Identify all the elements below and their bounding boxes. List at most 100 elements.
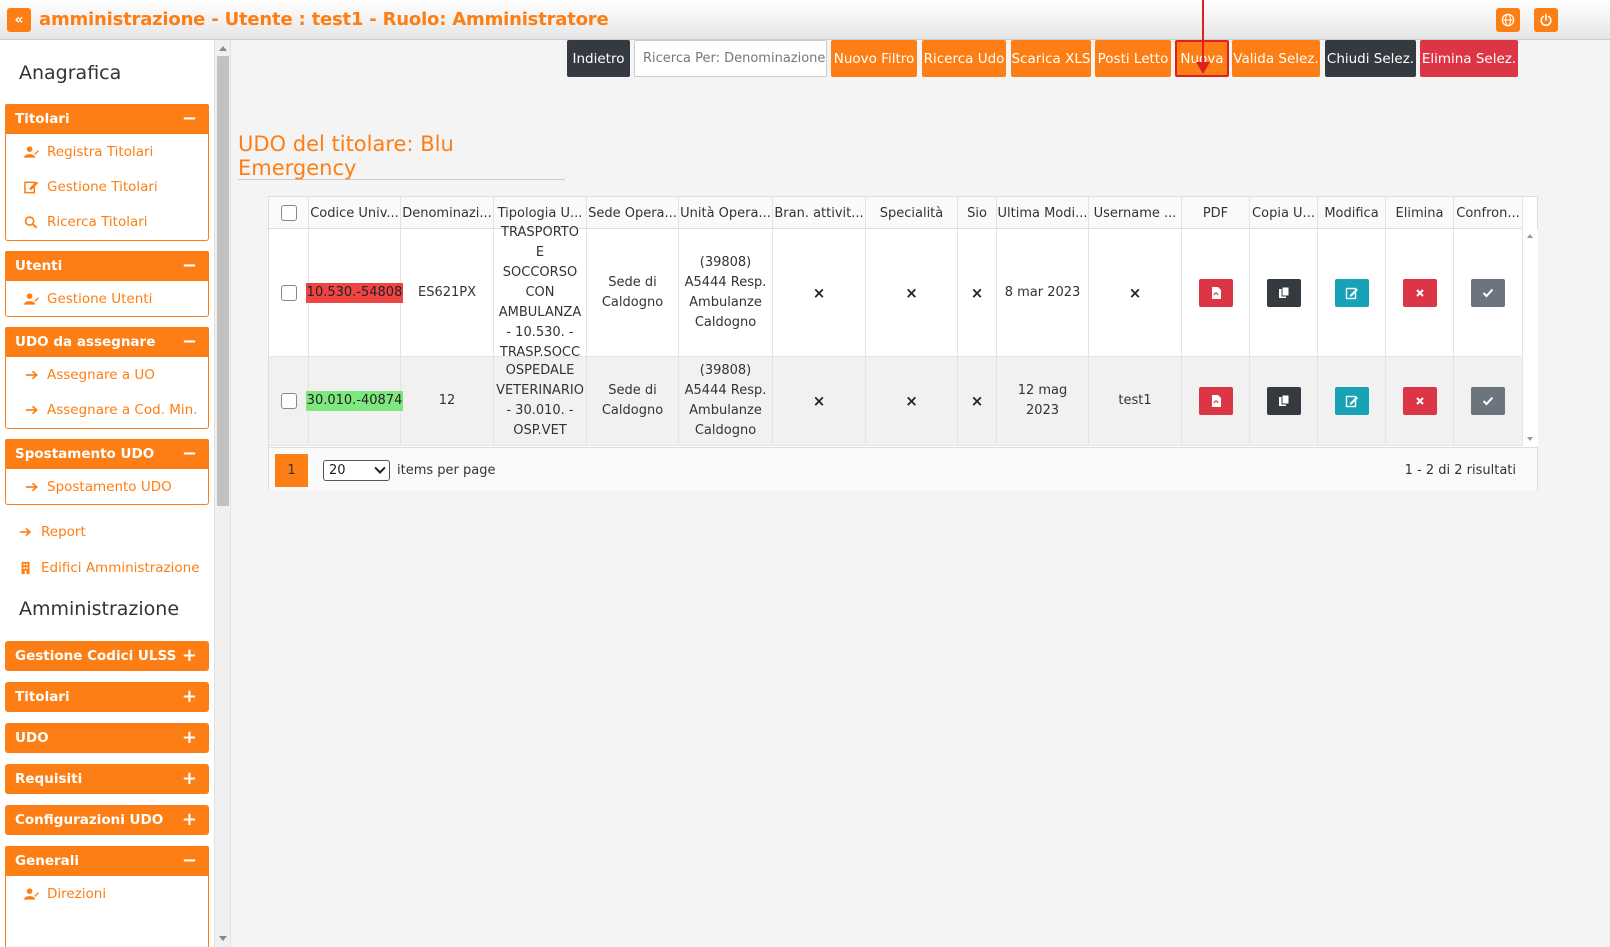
column-header[interactable]: Sio	[958, 197, 997, 229]
sidebar-item-ricerca-titolari[interactable]: Ricerca Titolari	[6, 204, 208, 239]
unit-line: (39808)	[699, 363, 752, 378]
panel-header-generali[interactable]: Generali −	[5, 846, 209, 876]
sidebar-item-assegnare-uo[interactable]: Assegnare a UO	[6, 357, 208, 392]
search-input[interactable]: Ricerca Per: Denominazione...	[634, 40, 827, 77]
x-mark-icon: ×	[812, 283, 826, 302]
column-header[interactable]: Specialità	[866, 197, 958, 229]
x-mark-icon: ×	[970, 392, 984, 410]
select-all-checkbox[interactable]	[280, 205, 297, 221]
column-header[interactable]: Username ...	[1089, 197, 1182, 229]
site-line: Sede di	[608, 383, 657, 398]
user-edit-icon	[22, 145, 40, 159]
compare-button[interactable]	[1471, 278, 1505, 307]
column-header[interactable]: Codice Univ...	[309, 197, 401, 229]
delete-cell	[1386, 229, 1454, 356]
row-checkbox[interactable]	[280, 393, 297, 409]
type-line: VETERINARIO	[496, 383, 584, 398]
scroll-down-icon[interactable]	[219, 936, 227, 941]
username-cell: ×	[1089, 229, 1182, 356]
panel-header-titolari-admin[interactable]: Titolari +	[5, 682, 209, 712]
edit-button[interactable]	[1334, 387, 1369, 415]
download-xls-button[interactable]: Scarica XLS	[1011, 40, 1091, 77]
sidebar-item-gestione-utenti[interactable]: Gestione Utenti	[6, 281, 208, 316]
globe-icon[interactable]	[1496, 8, 1520, 32]
unit-line: (39808)	[699, 254, 752, 270]
double-chevron-left-icon[interactable]: «	[7, 8, 31, 32]
panel-header-configurazioni-udo[interactable]: Configurazioni UDO +	[5, 805, 209, 835]
scroll-up-icon[interactable]	[1527, 234, 1533, 238]
expand-icon: +	[181, 768, 197, 789]
unit-line: A5444 Resp.	[684, 383, 767, 398]
top-bar: « amministrazione - Utente : test1 - Ruo…	[0, 0, 1610, 40]
column-header[interactable]: Unità Opera...	[679, 197, 773, 229]
x-mark-icon: ×	[905, 392, 918, 410]
column-header[interactable]: Ultima Modi...	[997, 197, 1089, 229]
sidebar-scrollbar[interactable]	[215, 40, 231, 947]
delete-button[interactable]	[1402, 387, 1437, 415]
sidebar-item-report[interactable]: Report	[18, 517, 86, 547]
page-button-current[interactable]: 1	[275, 454, 308, 487]
page-size-select[interactable]: 20	[323, 460, 390, 481]
panel-header-udo-da-assegnare[interactable]: UDO da assegnare −	[5, 327, 209, 357]
collapse-icon: −	[181, 850, 197, 871]
sidebar-item-spostamento-udo[interactable]: Spostamento UDO	[6, 469, 208, 504]
sidebar-item-assegnare-cod-min[interactable]: Assegnare a Cod. Min.	[6, 392, 208, 427]
panel-body-udo-da-assegnare: Assegnare a UO Assegnare a Cod. Min.	[5, 357, 209, 429]
sidebar-item-label: Spostamento UDO	[47, 478, 172, 495]
sidebar-item-label: Assegnare a UO	[47, 366, 155, 383]
sidebar-item-gestione-titolari[interactable]: Gestione Titolari	[6, 169, 208, 204]
panel-header-requisiti[interactable]: Requisiti +	[5, 764, 209, 794]
validate-selection-button[interactable]: Valida Selez.	[1232, 40, 1320, 77]
pdf-button[interactable]	[1198, 278, 1233, 307]
table-row[interactable]: 30.010.-40874 12 OSPEDALE VETERINARIO - …	[269, 357, 1523, 446]
search-icon	[22, 215, 40, 229]
edit-icon	[1345, 287, 1358, 299]
back-button[interactable]: Indietro	[567, 40, 630, 77]
scroll-up-icon[interactable]	[219, 46, 227, 51]
collapse-icon: −	[181, 331, 197, 352]
table-scrollbar[interactable]	[1523, 229, 1538, 446]
per-page-label: items per page	[397, 463, 496, 478]
panel-header-utenti[interactable]: Utenti −	[5, 251, 209, 281]
panel-title: UDO	[15, 730, 49, 746]
sidebar-item-registra-titolari[interactable]: Registra Titolari	[6, 134, 208, 169]
udo-code: 30.010.-40874	[305, 391, 404, 411]
close-selection-button[interactable]: Chiudi Selez.	[1325, 40, 1416, 77]
pdf-button[interactable]	[1198, 387, 1233, 415]
sidebar-item-label: Report	[41, 524, 86, 540]
new-filter-button[interactable]: Nuovo Filtro	[831, 40, 917, 77]
panel-header-spostamento-udo[interactable]: Spostamento UDO −	[5, 439, 209, 469]
sidebar-item-edifici-amministrazione[interactable]: Edifici Amministrazione	[18, 553, 200, 583]
power-icon[interactable]	[1534, 8, 1558, 32]
column-header[interactable]: Bran. attivit...	[773, 197, 866, 229]
sidebar: Anagrafica Titolari − Registra Titolari …	[0, 40, 215, 947]
copy-button[interactable]	[1266, 387, 1301, 415]
beds-button[interactable]: Posti Letto	[1095, 40, 1171, 77]
scrollbar-thumb[interactable]	[217, 56, 229, 506]
compare-button[interactable]	[1471, 387, 1505, 415]
column-header[interactable]: Sede Opera...	[587, 197, 679, 229]
panel-header-udo[interactable]: UDO +	[5, 723, 209, 753]
site-line: Caldogno	[601, 294, 664, 310]
scroll-down-icon[interactable]	[1527, 437, 1533, 441]
annotation-arrow-head	[1196, 62, 1210, 74]
app-title: amministrazione - Utente : test1 - Ruolo…	[39, 9, 609, 30]
panel-body-titolari: Registra Titolari Gestione Titolari Rice…	[5, 134, 209, 241]
column-header[interactable]: Denominazi...	[401, 197, 494, 229]
panel-title: Generali	[15, 853, 80, 869]
table-row[interactable]: 10.530.-54808 ES621PX TRASPORTO E SOCCOR…	[269, 225, 1523, 360]
edit-button[interactable]	[1334, 278, 1369, 307]
delete-button[interactable]	[1402, 278, 1437, 307]
compare-cell	[1454, 229, 1523, 356]
row-checkbox[interactable]	[280, 284, 297, 301]
panel-header-gestione-codici-ulss[interactable]: Gestione Codici ULSS +	[5, 641, 209, 671]
panel-title: UDO da assegnare	[15, 334, 156, 350]
udo-table: Codice Univ... Denominazi... Tipologia U…	[268, 196, 1538, 491]
panel-header-titolari[interactable]: Titolari −	[5, 104, 209, 134]
sidebar-item-direzioni[interactable]: Direzioni	[6, 876, 208, 911]
delete-selection-button[interactable]: Elimina Selez.	[1420, 40, 1518, 77]
header-select-all[interactable]	[269, 197, 309, 229]
copy-button[interactable]	[1266, 278, 1301, 307]
username-cell: test1	[1089, 357, 1182, 445]
search-udo-button[interactable]: Ricerca Udo	[922, 40, 1006, 77]
